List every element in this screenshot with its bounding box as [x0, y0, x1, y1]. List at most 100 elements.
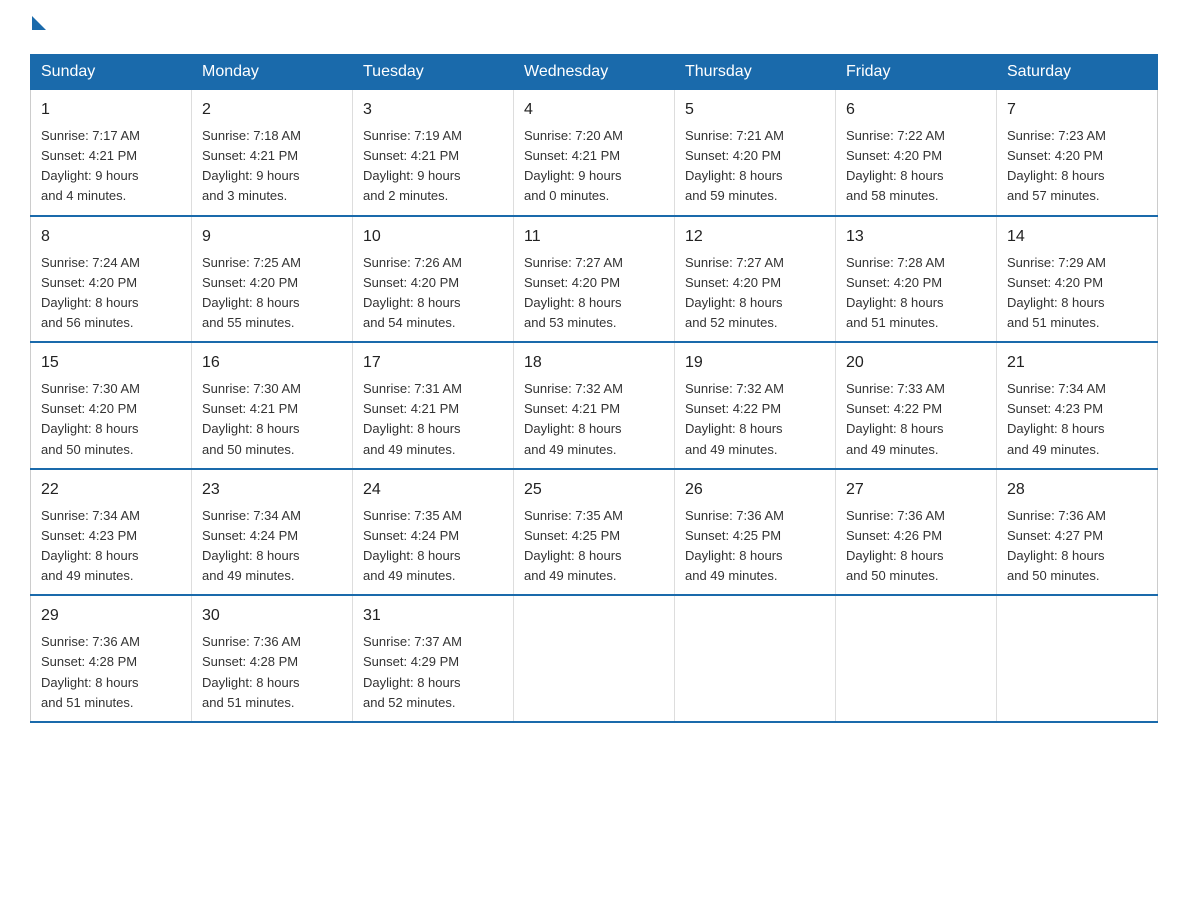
day-number: 8 — [41, 225, 181, 249]
day-info: Sunrise: 7:17 AMSunset: 4:21 PMDaylight:… — [41, 126, 181, 207]
calendar-cell — [675, 595, 836, 722]
day-info: Sunrise: 7:28 AMSunset: 4:20 PMDaylight:… — [846, 253, 986, 334]
calendar-cell: 21 Sunrise: 7:34 AMSunset: 4:23 PMDayligh… — [997, 342, 1158, 469]
day-info: Sunrise: 7:34 AMSunset: 4:24 PMDaylight:… — [202, 506, 342, 587]
day-number: 22 — [41, 478, 181, 502]
logo — [30, 20, 46, 34]
calendar-cell: 19 Sunrise: 7:32 AMSunset: 4:22 PMDayligh… — [675, 342, 836, 469]
logo-arrow-icon — [32, 16, 46, 30]
day-number: 6 — [846, 98, 986, 122]
calendar-week-row: 8 Sunrise: 7:24 AMSunset: 4:20 PMDaylight… — [31, 216, 1158, 343]
calendar-cell: 26Sunrise: 7:36 AMSunset: 4:25 PMDayligh… — [675, 469, 836, 596]
day-info: Sunrise: 7:35 AMSunset: 4:25 PMDaylight:… — [524, 506, 664, 587]
day-number: 13 — [846, 225, 986, 249]
calendar-cell: 7 Sunrise: 7:23 AMSunset: 4:20 PMDaylight… — [997, 90, 1158, 216]
calendar-cell: 11 Sunrise: 7:27 AMSunset: 4:20 PMDayligh… — [514, 216, 675, 343]
day-info: Sunrise: 7:26 AMSunset: 4:20 PMDaylight:… — [363, 253, 503, 334]
calendar-cell: 16 Sunrise: 7:30 AMSunset: 4:21 PMDayligh… — [192, 342, 353, 469]
calendar-cell: 8 Sunrise: 7:24 AMSunset: 4:20 PMDaylight… — [31, 216, 192, 343]
day-number: 2 — [202, 98, 342, 122]
day-info: Sunrise: 7:27 AMSunset: 4:20 PMDaylight:… — [524, 253, 664, 334]
page-header — [30, 20, 1158, 34]
day-number: 17 — [363, 351, 503, 375]
calendar-cell: 20 Sunrise: 7:33 AMSunset: 4:22 PMDayligh… — [836, 342, 997, 469]
day-number: 19 — [685, 351, 825, 375]
day-number: 12 — [685, 225, 825, 249]
day-info: Sunrise: 7:36 AMSunset: 4:27 PMDaylight:… — [1007, 506, 1147, 587]
calendar-cell — [836, 595, 997, 722]
day-number: 16 — [202, 351, 342, 375]
day-info: Sunrise: 7:33 AMSunset: 4:22 PMDaylight:… — [846, 379, 986, 460]
calendar-cell: 13 Sunrise: 7:28 AMSunset: 4:20 PMDayligh… — [836, 216, 997, 343]
day-number: 7 — [1007, 98, 1147, 122]
day-info: Sunrise: 7:24 AMSunset: 4:20 PMDaylight:… — [41, 253, 181, 334]
calendar-cell: 9 Sunrise: 7:25 AMSunset: 4:20 PMDaylight… — [192, 216, 353, 343]
calendar-cell: 29Sunrise: 7:36 AMSunset: 4:28 PMDayligh… — [31, 595, 192, 722]
day-number: 23 — [202, 478, 342, 502]
day-info: Sunrise: 7:34 AMSunset: 4:23 PMDaylight:… — [1007, 379, 1147, 460]
calendar-week-row: 15Sunrise: 7:30 AMSunset: 4:20 PMDayligh… — [31, 342, 1158, 469]
day-number: 14 — [1007, 225, 1147, 249]
day-number: 21 — [1007, 351, 1147, 375]
day-number: 11 — [524, 225, 664, 249]
day-number: 9 — [202, 225, 342, 249]
day-info: Sunrise: 7:19 AMSunset: 4:21 PMDaylight:… — [363, 126, 503, 207]
day-number: 25 — [524, 478, 664, 502]
calendar-cell: 23 Sunrise: 7:34 AMSunset: 4:24 PMDayligh… — [192, 469, 353, 596]
day-info: Sunrise: 7:36 AMSunset: 4:28 PMDaylight:… — [202, 632, 342, 713]
calendar-cell — [514, 595, 675, 722]
day-number: 20 — [846, 351, 986, 375]
day-info: Sunrise: 7:32 AMSunset: 4:21 PMDaylight:… — [524, 379, 664, 460]
header-friday: Friday — [836, 55, 997, 90]
header-tuesday: Tuesday — [353, 55, 514, 90]
day-info: Sunrise: 7:25 AMSunset: 4:20 PMDaylight:… — [202, 253, 342, 334]
calendar-cell: 5Sunrise: 7:21 AMSunset: 4:20 PMDaylight… — [675, 90, 836, 216]
calendar-cell: 10 Sunrise: 7:26 AMSunset: 4:20 PMDayligh… — [353, 216, 514, 343]
day-number: 4 — [524, 98, 664, 122]
calendar-cell: 17 Sunrise: 7:31 AMSunset: 4:21 PMDayligh… — [353, 342, 514, 469]
day-info: Sunrise: 7:29 AMSunset: 4:20 PMDaylight:… — [1007, 253, 1147, 334]
day-info: Sunrise: 7:37 AMSunset: 4:29 PMDaylight:… — [363, 632, 503, 713]
calendar-cell: 14 Sunrise: 7:29 AMSunset: 4:20 PMDayligh… — [997, 216, 1158, 343]
calendar-cell — [997, 595, 1158, 722]
calendar-week-row: 29Sunrise: 7:36 AMSunset: 4:28 PMDayligh… — [31, 595, 1158, 722]
day-info: Sunrise: 7:34 AMSunset: 4:23 PMDaylight:… — [41, 506, 181, 587]
header-monday: Monday — [192, 55, 353, 90]
calendar-header-row: SundayMondayTuesdayWednesdayThursdayFrid… — [31, 55, 1158, 90]
calendar-cell: 25 Sunrise: 7:35 AMSunset: 4:25 PMDayligh… — [514, 469, 675, 596]
day-info: Sunrise: 7:22 AMSunset: 4:20 PMDaylight:… — [846, 126, 986, 207]
day-number: 31 — [363, 604, 503, 628]
day-info: Sunrise: 7:20 AMSunset: 4:21 PMDaylight:… — [524, 126, 664, 207]
calendar-week-row: 1 Sunrise: 7:17 AMSunset: 4:21 PMDaylight… — [31, 90, 1158, 216]
day-info: Sunrise: 7:31 AMSunset: 4:21 PMDaylight:… — [363, 379, 503, 460]
calendar-cell: 24Sunrise: 7:35 AMSunset: 4:24 PMDayligh… — [353, 469, 514, 596]
calendar-cell: 30 Sunrise: 7:36 AMSunset: 4:28 PMDayligh… — [192, 595, 353, 722]
day-number: 10 — [363, 225, 503, 249]
calendar-cell: 27Sunrise: 7:36 AMSunset: 4:26 PMDayligh… — [836, 469, 997, 596]
calendar-week-row: 22 Sunrise: 7:34 AMSunset: 4:23 PMDayligh… — [31, 469, 1158, 596]
day-number: 5 — [685, 98, 825, 122]
calendar-cell: 12 Sunrise: 7:27 AMSunset: 4:20 PMDayligh… — [675, 216, 836, 343]
day-number: 1 — [41, 98, 181, 122]
calendar-cell: 6 Sunrise: 7:22 AMSunset: 4:20 PMDaylight… — [836, 90, 997, 216]
calendar-cell: 18Sunrise: 7:32 AMSunset: 4:21 PMDayligh… — [514, 342, 675, 469]
calendar-cell: 28Sunrise: 7:36 AMSunset: 4:27 PMDayligh… — [997, 469, 1158, 596]
calendar-cell: 22 Sunrise: 7:34 AMSunset: 4:23 PMDayligh… — [31, 469, 192, 596]
day-info: Sunrise: 7:32 AMSunset: 4:22 PMDaylight:… — [685, 379, 825, 460]
calendar-table: SundayMondayTuesdayWednesdayThursdayFrid… — [30, 54, 1158, 723]
day-info: Sunrise: 7:35 AMSunset: 4:24 PMDaylight:… — [363, 506, 503, 587]
day-number: 30 — [202, 604, 342, 628]
calendar-cell: 4 Sunrise: 7:20 AMSunset: 4:21 PMDaylight… — [514, 90, 675, 216]
day-info: Sunrise: 7:23 AMSunset: 4:20 PMDaylight:… — [1007, 126, 1147, 207]
day-number: 26 — [685, 478, 825, 502]
day-info: Sunrise: 7:27 AMSunset: 4:20 PMDaylight:… — [685, 253, 825, 334]
header-thursday: Thursday — [675, 55, 836, 90]
header-wednesday: Wednesday — [514, 55, 675, 90]
calendar-cell: 3Sunrise: 7:19 AMSunset: 4:21 PMDaylight… — [353, 90, 514, 216]
calendar-cell: 2 Sunrise: 7:18 AMSunset: 4:21 PMDaylight… — [192, 90, 353, 216]
day-info: Sunrise: 7:18 AMSunset: 4:21 PMDaylight:… — [202, 126, 342, 207]
calendar-cell: 15Sunrise: 7:30 AMSunset: 4:20 PMDayligh… — [31, 342, 192, 469]
calendar-cell: 1 Sunrise: 7:17 AMSunset: 4:21 PMDaylight… — [31, 90, 192, 216]
day-number: 15 — [41, 351, 181, 375]
day-info: Sunrise: 7:30 AMSunset: 4:21 PMDaylight:… — [202, 379, 342, 460]
